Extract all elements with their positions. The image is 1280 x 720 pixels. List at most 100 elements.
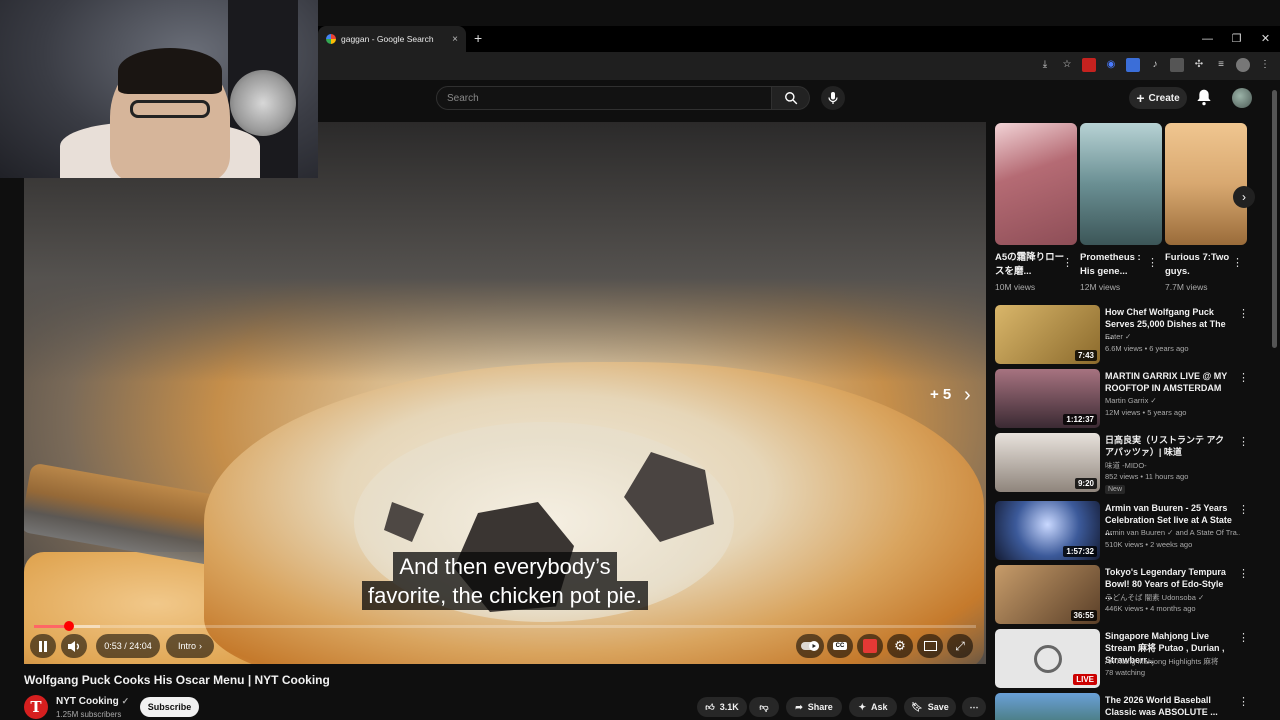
profile-avatar-icon[interactable] <box>1236 58 1250 72</box>
video-menu-icon[interactable]: ⋮ <box>1238 503 1249 516</box>
tab-close-icon[interactable]: × <box>452 34 458 45</box>
screen: gaggan - Google Search × + — ❐ ✕ ⤓ ☆ ◉ ♪… <box>0 0 1280 720</box>
script-extension-icon[interactable] <box>1170 58 1184 72</box>
share-button[interactable]: ➦ Share <box>786 697 842 717</box>
restore-button[interactable]: ❐ <box>1222 26 1251 52</box>
shorts-next-button[interactable]: › <box>1233 186 1255 208</box>
close-window-button[interactable]: ✕ <box>1251 26 1280 52</box>
short-thumbnail[interactable] <box>1165 123 1247 245</box>
video-player[interactable]: + 5 › And then everybody’s favorite, the… <box>24 122 986 664</box>
short-title[interactable]: Furious 7:Two guys. <box>1165 251 1235 279</box>
account-avatar[interactable] <box>1232 88 1252 108</box>
pin-extension-button[interactable] <box>857 634 883 658</box>
bookmark-star-icon[interactable]: ☆ <box>1060 58 1074 72</box>
progress-scrubber-handle[interactable] <box>63 621 74 631</box>
more-horizontal-icon: ⋯ <box>969 701 979 712</box>
audio-extension-icon[interactable]: ◉ <box>1104 58 1118 72</box>
more-actions-button[interactable]: ⋯ <box>962 697 986 717</box>
pin-icon <box>863 639 877 653</box>
notifications-button[interactable] <box>1196 88 1212 111</box>
video-menu-icon[interactable]: ⋮ <box>1238 307 1249 320</box>
search-input[interactable]: Search <box>436 86 772 110</box>
short-title[interactable]: Prometheus : His gene... <box>1080 251 1150 279</box>
recommended-video[interactable]: 1:57:32 Armin van Buuren - 25 Years Cele… <box>995 501 1265 561</box>
video-channel[interactable]: Armin van Buuren ✓ and A State Of Tra... <box>1105 528 1240 537</box>
video-channel[interactable]: 味道 -MIDO- <box>1105 460 1240 471</box>
video-channel[interactable]: うどんそば 闇素 Udonsoba ✓ <box>1105 592 1240 603</box>
video-menu-icon[interactable]: ⋮ <box>1238 371 1249 384</box>
like-button[interactable]: 👍︎ 3.1K <box>697 697 747 717</box>
video-duration: 36:55 <box>1070 610 1097 621</box>
save-button[interactable]: 🔖︎ Save <box>904 697 956 717</box>
video-thumbnail[interactable]: 36:55 <box>995 565 1100 624</box>
volume-icon[interactable]: ♪ <box>1148 58 1162 72</box>
video-menu-icon[interactable]: ⋮ <box>1238 435 1249 448</box>
minimize-button[interactable]: — <box>1193 26 1222 52</box>
miniplayer-button[interactable] <box>917 634 943 658</box>
recommended-video[interactable]: 7:43 How Chef Wolfgang Puck Serves 25,00… <box>995 305 1265 365</box>
recommended-video[interactable]: 36:55 Tokyo's Legendary Tempura Bowl! 80… <box>995 565 1265 625</box>
caption-line-2: favorite, the chicken pot pie. <box>362 581 648 610</box>
channel-logo[interactable]: T <box>24 695 48 719</box>
subtitles-button[interactable]: CC <box>827 634 853 658</box>
microphone-icon <box>828 92 838 104</box>
short-thumbnail[interactable] <box>1080 123 1162 245</box>
pause-button[interactable] <box>30 634 56 658</box>
short-menu-icon[interactable]: ⋮ <box>1062 256 1073 269</box>
settings-button[interactable]: ⚙ <box>887 634 913 658</box>
video-duration: 1:57:32 <box>1063 546 1097 557</box>
video-title[interactable]: The 2026 World Baseball Classic was ABSO… <box>1105 694 1233 718</box>
autoplay-toggle[interactable] <box>796 634 824 658</box>
dislike-button[interactable]: 👎︎ <box>749 697 779 717</box>
video-thumbnail[interactable] <box>995 693 1100 720</box>
channel-name[interactable]: NYT Cooking ✓ <box>56 696 129 707</box>
channel-logo-icon <box>1033 644 1062 673</box>
video-title[interactable]: MARTIN GARRIX LIVE @ MY ROOFTOP IN AMSTE… <box>1105 370 1233 394</box>
recommended-video[interactable]: The 2026 World Baseball Classic was ABSO… <box>995 693 1265 720</box>
video-thumbnail[interactable]: 1:12:37 <box>995 369 1100 428</box>
video-channel[interactable]: Ah Xiang Mahjong Highlights 麻将 <box>1105 656 1240 667</box>
video-menu-icon[interactable]: ⋮ <box>1238 567 1249 580</box>
search-button[interactable] <box>772 86 810 110</box>
recommended-video[interactable]: 1:12:37 MARTIN GARRIX LIVE @ MY ROOFTOP … <box>995 369 1265 429</box>
video-title[interactable]: 日髙良実（リストランテ アクアパッツァ）| 味道 <box>1105 434 1233 458</box>
voice-search-button[interactable] <box>821 86 845 110</box>
sidebar-scrollbar[interactable] <box>1272 90 1277 348</box>
recommended-video[interactable]: 9:20 日髙良実（リストランテ アクアパッツァ）| 味道 味道 -MIDO- … <box>995 433 1265 494</box>
subscribe-button[interactable]: Subscribe <box>140 697 199 717</box>
video-menu-icon[interactable]: ⋮ <box>1238 695 1249 708</box>
video-thumbnail[interactable]: 7:43 <box>995 305 1100 364</box>
gmail-extension-icon[interactable] <box>1082 58 1096 72</box>
verified-icon: ✓ <box>121 696 130 706</box>
chevron-right-icon[interactable]: › <box>964 384 971 407</box>
video-channel[interactable]: Eater ✓ <box>1105 332 1240 341</box>
ask-button[interactable]: ✦ Ask <box>849 697 897 717</box>
fullscreen-button[interactable]: ⤢ <box>947 634 973 658</box>
ask-label: Ask <box>871 702 888 712</box>
more-chapters-count[interactable]: + 5 <box>930 386 951 403</box>
create-button[interactable]: + Create <box>1129 87 1187 109</box>
short-title[interactable]: A5の霜降りロースを磨... <box>995 251 1065 279</box>
short-menu-icon[interactable]: ⋮ <box>1147 256 1158 269</box>
google-favicon-icon <box>326 34 336 44</box>
mute-button[interactable] <box>61 634 87 658</box>
short-thumbnail[interactable] <box>995 123 1077 245</box>
video-thumbnail[interactable]: 1:57:32 <box>995 501 1100 560</box>
video-menu-icon[interactable]: ⋮ <box>1238 631 1249 644</box>
new-tab-button[interactable]: + <box>474 30 482 46</box>
video-thumbnail[interactable]: LIVE <box>995 629 1100 688</box>
chapter-button[interactable]: Intro › <box>166 634 214 658</box>
save-label: Save <box>927 702 949 712</box>
webcam-person-hair <box>118 48 222 94</box>
install-app-icon[interactable]: ⤓ <box>1038 58 1052 72</box>
recommended-video[interactable]: LIVE Singapore Mahjong Live Stream 麻将 Pu… <box>995 629 1265 689</box>
blue-extension-icon[interactable] <box>1126 58 1140 72</box>
video-thumbnail[interactable]: 9:20 <box>995 433 1100 492</box>
short-menu-icon[interactable]: ⋮ <box>1232 256 1243 269</box>
browser-menu-icon[interactable]: ⋮ <box>1258 58 1272 72</box>
browser-tab-active[interactable]: gaggan - Google Search × <box>318 26 466 52</box>
progress-bar[interactable] <box>34 621 976 631</box>
media-control-icon[interactable]: ≡ <box>1214 58 1228 72</box>
video-channel[interactable]: Martin Garrix ✓ <box>1105 396 1240 405</box>
extensions-puzzle-icon[interactable]: ✣ <box>1192 58 1206 72</box>
